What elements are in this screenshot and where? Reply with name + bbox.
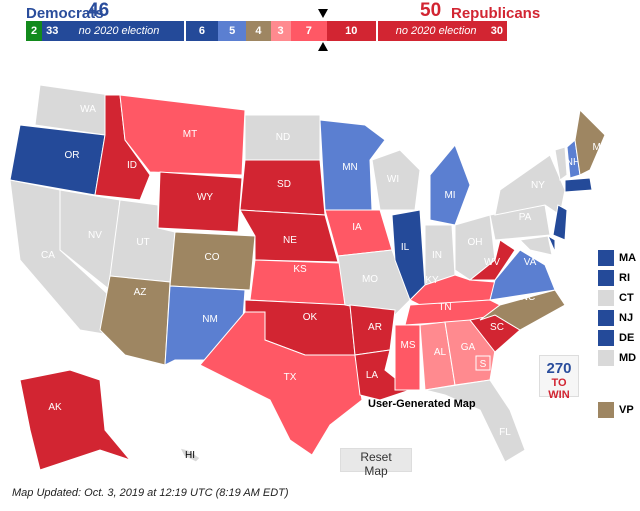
state-label: ND (276, 132, 290, 143)
legend-item-ma[interactable]: MA (598, 250, 636, 266)
state-label: CO (205, 252, 220, 263)
state-label: OR (65, 150, 80, 161)
state-label: OK (303, 312, 318, 323)
state-md[interactable] (518, 235, 553, 256)
us-senate-map: WA OR CA NV ID MT WY UT AZ CO NM ND SD NE KS OK TX MN IA MO… (9, 84, 608, 471)
state-ma[interactable] (564, 177, 593, 193)
state-label: AR (368, 322, 382, 333)
legend-item-ct[interactable]: CT (598, 290, 634, 306)
state-label: MO (362, 274, 378, 285)
legend-swatch[interactable] (598, 270, 614, 286)
legend-label: MD (619, 352, 637, 364)
state-label: NV (88, 230, 102, 241)
state-label: ID (127, 160, 137, 171)
legend-item-de[interactable]: DE (598, 330, 634, 346)
state-label: LA (366, 370, 379, 381)
legend-label: VP (619, 404, 634, 416)
state-label: KS (293, 264, 307, 275)
state-label: MS (401, 340, 416, 351)
state-label: AK (48, 402, 62, 413)
state-label: AZ (134, 287, 147, 298)
legend-item-nj[interactable]: NJ (598, 310, 633, 326)
logo-270: 270 (546, 360, 572, 377)
state-label: SD (277, 179, 291, 190)
state-label: PA (519, 212, 532, 223)
state-label: AL (434, 347, 447, 358)
legend-swatch[interactable] (598, 350, 614, 366)
legend-item-vp[interactable]: VP (598, 402, 634, 418)
state-label: IN (432, 250, 442, 261)
legend-item-md[interactable]: MD (598, 350, 636, 366)
state-label: NM (202, 314, 218, 325)
legend-label: DE (619, 332, 635, 344)
state-label: NY (531, 180, 545, 191)
state-label: FL (499, 427, 511, 438)
state-mi[interactable] (429, 144, 471, 226)
state-label: CA (41, 250, 55, 261)
state-label: HI (185, 450, 195, 461)
state-label: ME (593, 142, 608, 153)
map-caption: User-Generated Map (368, 398, 476, 410)
state-ny[interactable] (494, 154, 566, 216)
state-label: WA (80, 104, 96, 115)
state-label: UT (136, 237, 149, 248)
state-label: SC (490, 322, 504, 333)
state-fl[interactable] (424, 379, 526, 463)
georgia-special-label: S (480, 359, 487, 370)
legend-swatch[interactable] (598, 290, 614, 306)
legend-label: NJ (619, 312, 634, 324)
legend-label: RI (619, 272, 630, 284)
legend-label: MA (619, 252, 637, 264)
legend-swatch[interactable] (598, 402, 614, 418)
state-ak[interactable] (19, 369, 132, 471)
state-ia[interactable] (324, 209, 393, 257)
state-label: MT (183, 129, 197, 140)
logo-towin: TO WIN (548, 377, 570, 401)
state-label: IL (401, 242, 410, 253)
reset-map-button[interactable]: Reset Map (340, 448, 412, 478)
map-updated-text: Map Updated: Oct. 3, 2019 at 12:19 UTC (… (12, 487, 289, 499)
state-label: IA (352, 222, 362, 233)
270towin-logo: 270 TO WIN (539, 355, 579, 401)
legend-swatch[interactable] (598, 310, 614, 326)
state-label: OH (468, 237, 483, 248)
state-label: KY (425, 275, 439, 286)
state-label: MI (444, 190, 455, 201)
legend-swatch[interactable] (598, 250, 614, 266)
state-label: WI (387, 174, 399, 185)
state-label: NE (283, 235, 297, 246)
state-label: TN (438, 302, 451, 313)
state-wa[interactable] (34, 84, 111, 136)
state-ms[interactable] (394, 324, 421, 391)
state-label: VA (524, 257, 537, 268)
state-label: WV (484, 257, 500, 268)
legend-swatch[interactable] (598, 330, 614, 346)
state-label: TX (284, 372, 297, 383)
state-label: GA (461, 342, 476, 353)
state-label: MN (342, 162, 358, 173)
legend-item-ri[interactable]: RI (598, 270, 630, 286)
state-label: WY (197, 192, 213, 203)
legend-label: CT (619, 292, 634, 304)
